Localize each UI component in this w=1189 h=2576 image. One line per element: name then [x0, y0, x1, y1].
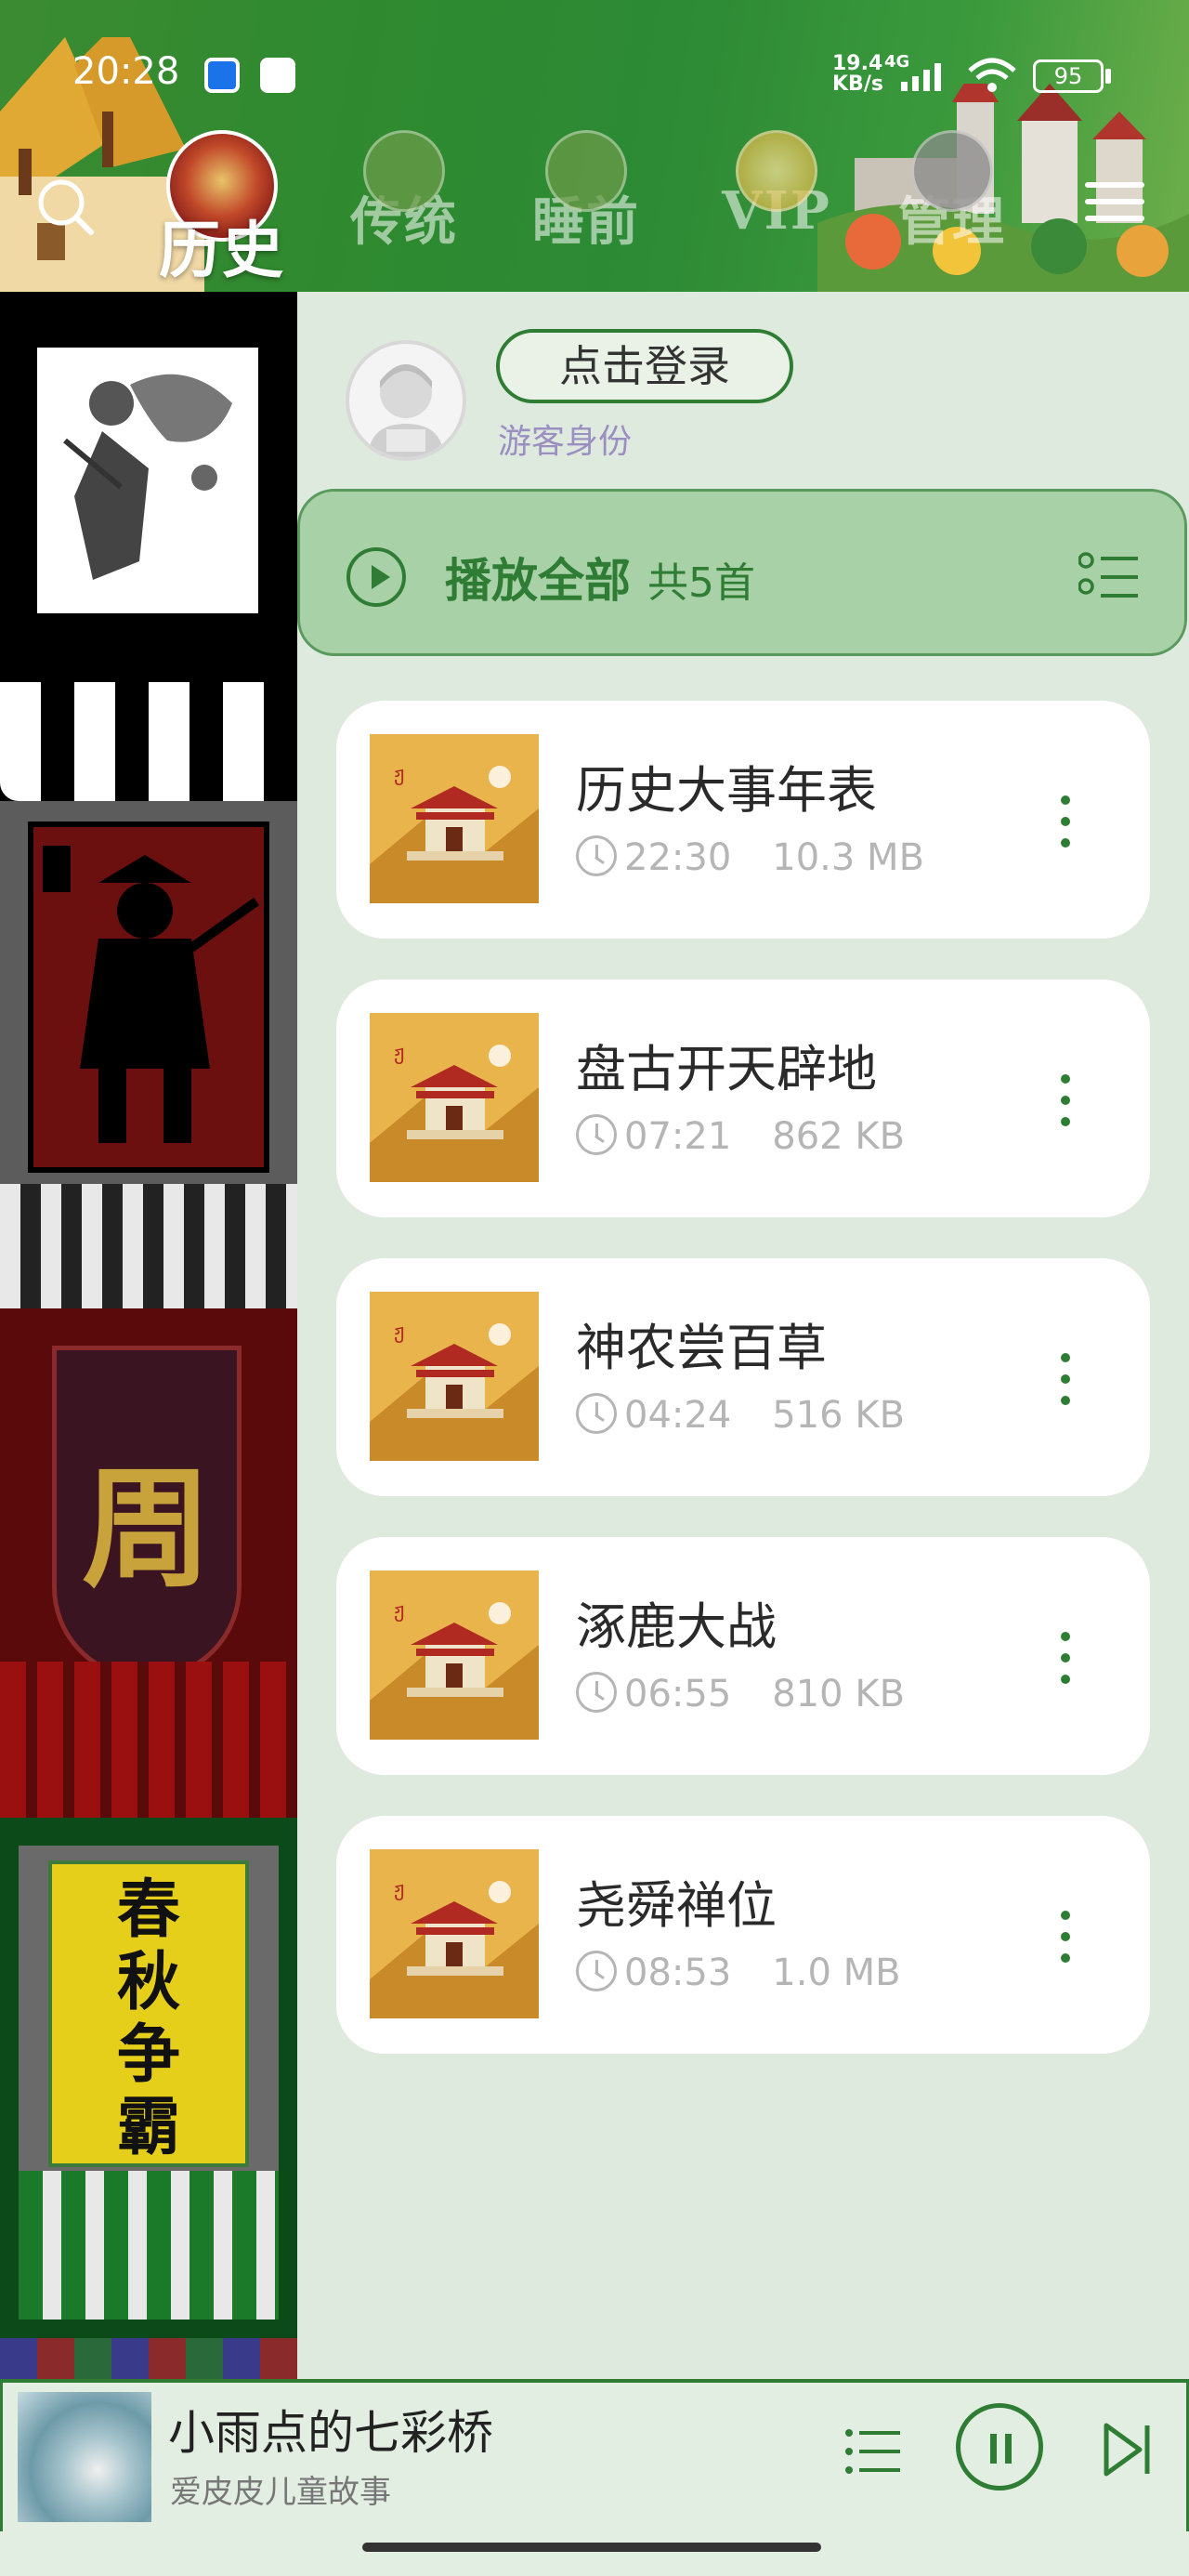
app-notification-icon: [260, 58, 295, 93]
clock-icon: [576, 1114, 617, 1155]
play-all-bar[interactable]: 播放全部 共5首: [297, 489, 1187, 656]
svg-text:ჟ: ჟ: [394, 1321, 404, 1344]
track-thumbnail: ჟ: [370, 1013, 539, 1182]
track-thumbnail: ჟ: [370, 1571, 539, 1740]
svg-text:ჟ: ჟ: [394, 1599, 404, 1623]
tab-manage[interactable]: 管理: [892, 130, 1013, 256]
tab-manage-icon: [911, 130, 993, 212]
playlist-icon[interactable]: [1078, 551, 1138, 603]
track-title: 盘古开天辟地: [576, 1040, 877, 1098]
banner-fringe: [0, 1184, 297, 1308]
clock-icon: [576, 1672, 617, 1713]
banner-zhou[interactable]: 周: [0, 1308, 297, 1818]
play-all-count: 共5首: [647, 559, 755, 607]
login-button[interactable]: 点击登录: [496, 329, 793, 403]
top-header: 20:28 19.4 KB/s 4G 95 历史 传统 睡前 VIP: [0, 0, 1189, 292]
pause-icon[interactable]: [956, 2403, 1043, 2491]
now-playing-subtitle: 爱皮皮儿童故事: [170, 2474, 391, 2511]
svg-text:ჟ: ჟ: [394, 763, 404, 786]
tab-history[interactable]: 历史: [152, 130, 292, 290]
track-meta: 07:21 862 KB: [576, 1114, 906, 1159]
track-meta: 06:55 810 KB: [576, 1672, 906, 1716]
more-vertical-icon[interactable]: [1061, 1353, 1072, 1405]
track-duration: 08:53: [624, 1952, 732, 1994]
tab-traditional-icon: [363, 130, 445, 212]
wifi-icon: [968, 58, 1016, 92]
vip-crown-icon: [736, 130, 817, 212]
banner-warrior[interactable]: [0, 801, 297, 1308]
track-size: 810 KB: [772, 1673, 906, 1715]
track-card[interactable]: ჟ 盘古开天辟地 07:21 862 KB: [336, 979, 1150, 1217]
track-size: 516 KB: [772, 1394, 906, 1437]
track-meta: 08:53 1.0 MB: [576, 1951, 901, 1995]
now-playing-cover[interactable]: [18, 2392, 151, 2522]
track-duration: 06:55: [624, 1673, 732, 1715]
track-title: 尧舜禅位: [576, 1876, 777, 1935]
banner-fringe: [0, 682, 297, 801]
clock-icon: [576, 1393, 617, 1434]
banner-chunqiu[interactable]: 春 秋 争 霸: [0, 1818, 297, 2381]
track-card[interactable]: ჟ 历史大事年表 22:30 10.3 MB: [336, 701, 1150, 939]
more-vertical-icon[interactable]: [1061, 1911, 1072, 1963]
tab-label: 历史: [159, 214, 285, 286]
more-vertical-icon[interactable]: [1061, 1632, 1072, 1684]
tab-vip[interactable]: VIP: [712, 130, 842, 242]
hamburger-menu-icon[interactable]: [1085, 182, 1144, 229]
track-title: 历史大事年表: [576, 761, 877, 820]
track-thumbnail: ჟ: [370, 1849, 539, 2018]
banner-illustration: 周: [52, 1346, 242, 1680]
mini-player[interactable]: 小雨点的七彩桥 爱皮皮儿童故事: [0, 2379, 1189, 2531]
banner-illustration: [37, 348, 258, 613]
tab-traditional[interactable]: 传统: [344, 130, 464, 256]
banner-illustration: [28, 821, 269, 1173]
avatar[interactable]: [346, 340, 466, 461]
track-duration: 22:30: [624, 836, 732, 879]
banner-history-figure[interactable]: [0, 292, 297, 801]
track-thumbnail: ჟ: [370, 1292, 539, 1461]
battery-tip: [1105, 69, 1111, 84]
clock-icon: [576, 1951, 617, 1991]
signal-icon: [901, 63, 941, 91]
track-title: 涿鹿大战: [576, 1597, 777, 1656]
track-duration: 07:21: [624, 1115, 732, 1158]
banner-bottom-strip: [0, 2338, 297, 2381]
banner-zhou-text: 周: [81, 1453, 212, 1606]
network-speed: 19.4 KB/s: [832, 52, 883, 96]
play-all-label: 播放全部: [445, 554, 631, 608]
banner-fringe: [0, 1662, 297, 1818]
track-duration: 04:24: [624, 1394, 732, 1437]
more-vertical-icon[interactable]: [1061, 795, 1072, 848]
play-icon[interactable]: [346, 547, 406, 607]
track-card[interactable]: ჟ 涿鹿大战 06:55 810 KB: [336, 1537, 1150, 1775]
track-title: 神农尝百草: [576, 1319, 827, 1377]
status-bar: 20:28 19.4 KB/s 4G 95: [0, 0, 1189, 139]
track-size: 10.3 MB: [772, 836, 925, 879]
track-card[interactable]: ჟ 神农尝百草 04:24 516 KB: [336, 1258, 1150, 1496]
track-meta: 22:30 10.3 MB: [576, 835, 925, 880]
svg-text:ჟ: ჟ: [394, 1042, 404, 1065]
track-size: 1.0 MB: [772, 1952, 901, 1994]
home-indicator[interactable]: [362, 2543, 821, 2552]
more-vertical-icon[interactable]: [1061, 1074, 1072, 1126]
track-thumbnail: ჟ: [370, 734, 539, 903]
clock-icon: [576, 835, 617, 876]
user-role-label: 游客身份: [498, 423, 633, 461]
tab-bedtime-icon: [545, 130, 627, 212]
svg-text:ჟ: ჟ: [394, 1878, 404, 1901]
banner-chunqiu-text: 春 秋 争 霸: [116, 1873, 180, 2164]
track-card[interactable]: ჟ 尧舜禅位 08:53 1.0 MB: [336, 1816, 1150, 2054]
category-banner-column: 周 春 秋 争 霸: [0, 292, 297, 2381]
status-time: 20:28: [72, 50, 180, 93]
banner-fringe: [19, 2171, 279, 2320]
tab-bedtime[interactable]: 睡前: [526, 130, 647, 256]
playlist-icon[interactable]: [844, 2425, 902, 2477]
now-playing-title: 小雨点的七彩桥: [168, 2406, 493, 2460]
track-size: 862 KB: [772, 1115, 906, 1158]
skip-next-icon[interactable]: [1103, 2420, 1153, 2479]
search-icon[interactable]: [33, 175, 98, 240]
battery-indicator: 95: [1033, 59, 1104, 93]
banner-illustration: 春 秋 争 霸: [48, 1860, 249, 2167]
track-meta: 04:24 516 KB: [576, 1393, 906, 1438]
app-notification-icon: [204, 58, 240, 93]
